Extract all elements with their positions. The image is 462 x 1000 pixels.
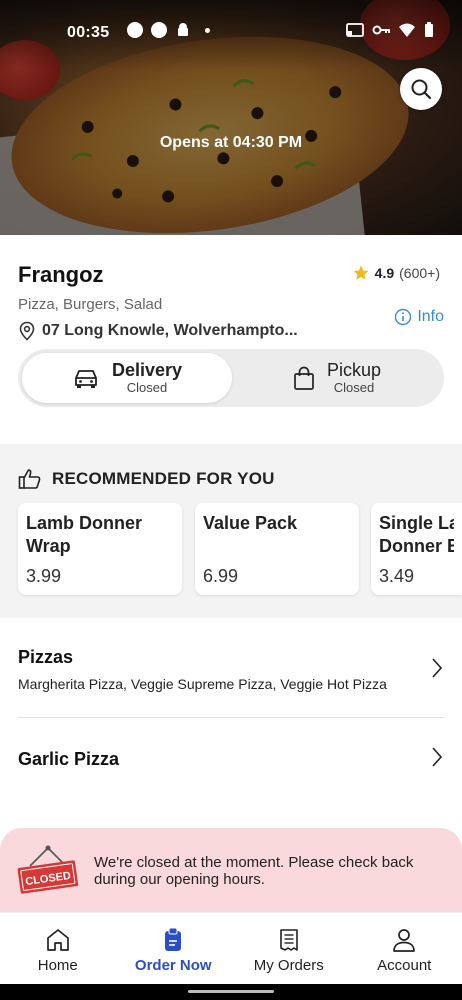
app-notification-icon [127, 22, 143, 38]
chevron-right-icon[interactable] [430, 657, 444, 679]
rating: 4.9 (600+) [352, 264, 440, 282]
receipt-icon [279, 929, 298, 951]
category-row[interactable]: Garlic Pizza [18, 749, 420, 770]
system-icons [346, 22, 434, 38]
delivery-option[interactable]: Delivery Closed [22, 353, 232, 403]
star-icon [353, 265, 369, 280]
delivery-status: Closed [126, 379, 168, 395]
item-price: 3.49 [379, 566, 415, 586]
more-dot-icon [205, 27, 210, 33]
nav-account-label: Account [377, 957, 432, 974]
restaurant-name: Frangoz [18, 262, 104, 287]
recommended-title: RECOMMENDED FOR YOU [52, 469, 275, 488]
nav-my-orders-label: My Orders [253, 957, 324, 974]
nav-order-now[interactable]: Order Now [116, 913, 232, 984]
closed-banner: CLOSED We're closed at the moment. Pleas… [0, 828, 462, 912]
rating-value: 4.9 [374, 265, 395, 281]
shopping-bag-icon [294, 366, 314, 390]
item-name: Value Pack [203, 513, 298, 533]
pickup-label: Pickup [326, 360, 382, 381]
nav-home-label: Home [37, 957, 78, 974]
nav-my-orders[interactable]: My Orders [231, 913, 347, 984]
closed-message: We're closed at the moment. Please check… [94, 854, 414, 889]
cast-icon [346, 23, 364, 37]
status-bar: 00:35 [0, 0, 462, 62]
search-icon [411, 79, 432, 100]
divider [18, 717, 444, 718]
vpn-key-icon [372, 25, 390, 35]
recommended-section: RECOMMENDED FOR YOU Lamb Donner Wrap 3.9… [0, 444, 462, 618]
order-type-toggle: Delivery Closed Pickup Closed [18, 349, 444, 407]
pickup-status: Closed [333, 379, 375, 395]
order-icon [165, 927, 182, 951]
delivery-label: Delivery [111, 360, 183, 381]
closed-sign-icon: CLOSED [17, 845, 79, 894]
wifi-icon [399, 23, 415, 37]
nav-account[interactable]: Account [347, 913, 462, 984]
item-price: 3.99 [26, 566, 62, 586]
chevron-right-icon[interactable] [430, 746, 444, 768]
car-icon [75, 370, 97, 388]
recommended-card[interactable]: Lamb Donner Wrap 3.99 [18, 503, 182, 595]
pickup-option[interactable]: Pickup Closed [232, 353, 442, 403]
address-text: 07 Long Knowle, Wolverhampto... [42, 322, 298, 339]
recommended-card[interactable]: Value Pack 6.99 [195, 503, 359, 595]
android-icon [178, 23, 188, 36]
opening-time-text: Opens at 04:30 PM [159, 134, 303, 151]
item-name: Single LarDonner B [379, 513, 454, 557]
battery-icon [425, 22, 433, 37]
category-description: Margherita Pizza, Veggie Supreme Pizza, … [18, 676, 387, 692]
home-icon [46, 929, 69, 951]
nav-order-now-label: Order Now [134, 957, 212, 974]
item-price: 6.99 [203, 566, 239, 586]
account-icon [393, 929, 416, 952]
home-gesture-handle[interactable] [188, 990, 274, 993]
search-button[interactable] [400, 68, 442, 110]
nav-home[interactable]: Home [0, 913, 116, 984]
info-link[interactable]: Info [394, 308, 444, 326]
item-name: Lamb Donner Wrap [26, 513, 143, 557]
thumbs-up-icon [18, 469, 41, 489]
notification-icons [127, 22, 210, 38]
rating-count: (600+) [399, 265, 440, 281]
category-title: Pizzas [18, 647, 74, 667]
system-navigation-bar [0, 984, 462, 1000]
recommended-heading: RECOMMENDED FOR YOU [18, 468, 275, 490]
recommended-card[interactable]: Single LarDonner B 3.49 [371, 503, 462, 595]
category-row[interactable]: Pizzas Margherita Pizza, Veggie Supreme … [18, 647, 420, 692]
status-time: 00:35 [67, 24, 110, 41]
cuisine-list: Pizza, Burgers, Salad [18, 296, 163, 313]
location-pin-icon [19, 321, 35, 341]
info-icon [395, 308, 412, 326]
info-label: Info [417, 308, 444, 325]
app-notification-icon [151, 22, 167, 38]
restaurant-address[interactable]: 07 Long Knowle, Wolverhampto... [18, 321, 298, 341]
category-title: Garlic Pizza [18, 749, 120, 769]
bottom-navigation: Home Order Now My Orders Account [0, 912, 462, 984]
